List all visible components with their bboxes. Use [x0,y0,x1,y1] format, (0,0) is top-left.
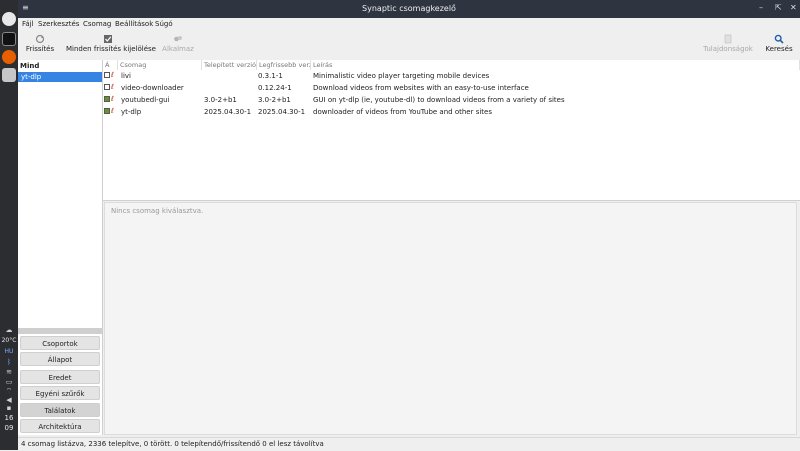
taskbar: ☁ 20°C HU ᛒ ≋ ▭ ⌔ ◀ ▪ 16 09 [0,0,18,450]
refresh-icon [35,34,45,44]
support-flag-icon: ℓ [111,71,114,79]
support-flag-icon: ℓ [111,107,114,115]
search-label: Keresés [765,45,793,53]
mark-all-upgrades-button[interactable]: Minden frissítés kijelölése [66,32,156,58]
properties-icon [724,34,732,44]
latest-version: 3.0-2+b1 [258,96,291,104]
search-results-button[interactable]: Találatok [20,403,100,417]
sidebar-scrollbar[interactable] [18,328,102,334]
terminal-icon[interactable] [2,32,16,46]
search-button[interactable]: Keresés [762,32,796,58]
synaptic-icon[interactable] [2,68,16,82]
close-icon[interactable]: ✕ [790,3,797,12]
col-installed-version[interactable]: Telepített verzió [202,60,257,70]
table-row[interactable]: ℓ youtubedl-gui 3.0-2+b1 3.0-2+b1 GUI on… [103,94,800,106]
no-package-selected-text: Nincs csomag kiválasztva. [111,207,204,215]
architecture-button[interactable]: Architektúra [20,419,100,433]
groups-button[interactable]: Csoportok [20,336,100,350]
origin-button[interactable]: Eredet [20,370,100,384]
keyboard-layout[interactable]: HU [0,348,18,355]
minimize-icon[interactable]: – [759,3,763,12]
clock-minute[interactable]: 09 [0,424,18,432]
mark-all-label: Minden frissítés kijelölése [66,45,156,53]
volume-icon[interactable]: ◀ [0,396,18,404]
sidebar-item-label: yt-dlp [21,73,42,81]
col-status[interactable]: Á [103,60,118,70]
package-name: yt-dlp [121,108,142,116]
install-checkbox[interactable] [104,72,110,78]
table-row[interactable]: ℓ yt-dlp 2025.04.30-1 2025.04.30-1 downl… [103,106,800,118]
package-description: Minimalistic video player targeting mobi… [313,72,490,80]
menu-bar: Fájl Szerkesztés Csomag Beállítások Súgó [18,18,800,30]
table-row[interactable]: ℓ livi 0.3.1-1 Minimalistic video player… [103,70,800,82]
filter-sidebar: Mind yt-dlp Csoportok Állapot Eredet Egy… [18,60,103,435]
menu-package[interactable]: Csomag [83,20,111,28]
properties-label: Tulajdonságok [703,45,753,53]
support-flag-icon: ℓ [111,83,114,91]
search-icon [774,34,784,44]
package-description: downloader of videos from YouTube and ot… [313,108,492,116]
package-description: GUI on yt-dlp (ie, youtube-dl) to downlo… [313,96,565,104]
apply-button[interactable]: Alkalmaz [161,32,195,58]
latest-version: 0.12.24-1 [258,84,292,92]
status-button[interactable]: Állapot [20,352,100,366]
menu-help[interactable]: Súgó [155,20,173,28]
apply-icon [174,36,182,42]
bluetooth-icon[interactable]: ᛒ [0,358,18,366]
drive-icon[interactable]: ▭ [0,378,18,386]
package-name: youtubedl-gui [121,96,170,104]
toolbar: Frissítés Minden frissítés kijelölése Al… [18,30,800,60]
pane-divider[interactable] [103,200,800,201]
col-latest-version[interactable]: Legfrissebb verzió [257,60,311,70]
table-row[interactable]: ℓ video-downloader 0.12.24-1 Download vi… [103,82,800,94]
mark-all-icon [104,35,112,43]
installed-version: 3.0-2+b1 [204,96,237,104]
support-flag-icon: ℓ [111,95,114,103]
app-menu-icon[interactable] [2,12,16,26]
maximize-icon[interactable]: ⇱ [775,3,782,12]
sidebar-header: Mind [20,62,40,70]
sidebar-item-yt-dlp[interactable]: yt-dlp [18,72,102,82]
wifi-icon[interactable]: ⌔ [0,387,18,396]
weather-icon: ☁ [5,326,13,334]
status-text: 4 csomag listázva, 2336 telepítve, 0 tör… [21,440,324,448]
firefox-icon[interactable] [2,50,16,64]
title-bar: ≡ Synaptic csomagkezelő – ⇱ ✕ [18,0,800,18]
package-name: video-downloader [121,84,184,92]
properties-button[interactable]: Tulajdonságok [702,32,754,58]
menu-settings[interactable]: Beállítások [115,20,153,28]
clock-hour[interactable]: 16 [0,414,18,422]
col-description[interactable]: Leírás [311,60,800,70]
installed-version: 2025.04.30-1 [204,108,252,116]
package-list: Á Csomag Telepített verzió Legfrissebb v… [103,60,800,200]
window-title: Synaptic csomagkezelő [362,4,456,13]
refresh-button[interactable]: Frissítés [24,32,56,58]
status-bar: 4 csomag listázva, 2336 telepítve, 0 tör… [18,437,800,451]
package-details-pane: Nincs csomag kiválasztva. [104,202,797,435]
latest-version: 2025.04.30-1 [258,108,306,116]
package-name: livi [121,72,131,80]
menu-file[interactable]: Fájl [22,20,34,28]
weather-temp: 20°C [1,337,17,344]
package-description: Download videos from websites with an ea… [313,84,529,92]
install-checkbox[interactable] [104,108,110,114]
custom-filters-button[interactable]: Egyéni szűrők [20,386,100,400]
install-checkbox[interactable] [104,96,110,102]
power-icon[interactable]: ▪ [0,404,18,412]
apply-label: Alkalmaz [162,45,194,53]
refresh-label: Frissítés [25,45,55,53]
menu-edit[interactable]: Szerkesztés [38,20,79,28]
install-checkbox[interactable] [104,84,110,90]
latest-version: 0.3.1-1 [258,72,283,80]
col-package[interactable]: Csomag [118,60,202,70]
network-icon[interactable]: ≋ [0,368,18,376]
